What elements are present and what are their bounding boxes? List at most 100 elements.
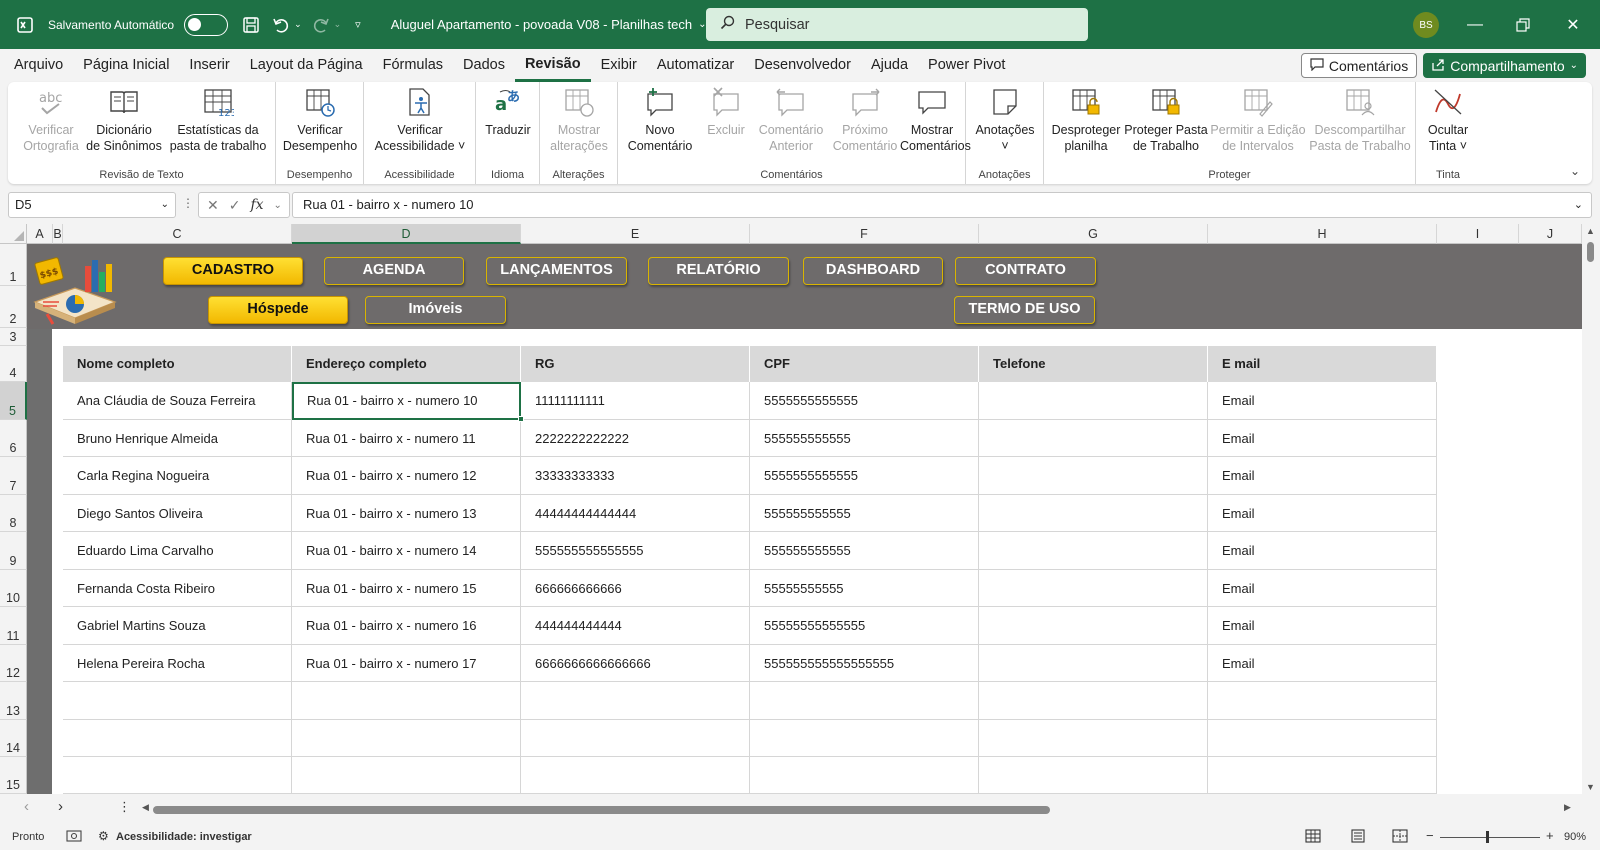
name-box[interactable]: D5 ⌄ xyxy=(8,192,176,218)
macro-recording-icon[interactable] xyxy=(66,829,82,846)
cell-endereco[interactable]: Rua 01 - bairro x - numero 16 xyxy=(292,607,521,645)
zoom-out-icon[interactable]: − xyxy=(1426,828,1434,843)
horizontal-scroll-thumb[interactable] xyxy=(153,806,1050,814)
cell-nome[interactable]: Fernanda Costa Ribeiro xyxy=(63,570,292,607)
show-comments-button[interactable]: Mostrar Comentários xyxy=(900,86,971,154)
nav-button-cadastro[interactable]: CADASTRO xyxy=(163,257,303,285)
cell-telefone[interactable] xyxy=(979,570,1208,607)
cell-endereco[interactable]: Rua 01 - bairro x - numero 17 xyxy=(292,645,521,682)
cell-endereco[interactable] xyxy=(292,720,521,757)
nav-button-dashboard[interactable]: DASHBOARD xyxy=(803,257,943,285)
formula-expand-chevron-icon[interactable]: ⌄ xyxy=(1574,193,1583,217)
translate-button[interactable]: aあ Traduzir xyxy=(480,86,536,138)
cell-rg[interactable]: 44444444444444 xyxy=(521,495,750,532)
cell-nome[interactable]: Carla Regina Nogueira xyxy=(63,457,292,495)
cell-cpf[interactable]: 5555555555555 xyxy=(750,382,979,420)
cell-telefone[interactable] xyxy=(979,757,1208,794)
new-comment-button[interactable]: Novo Comentário xyxy=(622,86,698,154)
cell-cpf[interactable]: 555555555555 xyxy=(750,420,979,457)
cell-rg[interactable]: 666666666666 xyxy=(521,570,750,607)
cell-cpf[interactable] xyxy=(750,682,979,720)
cancel-entry-icon[interactable]: ✕ xyxy=(207,197,219,214)
column-header-f[interactable]: F xyxy=(750,224,979,244)
menu-inserir[interactable]: Inserir xyxy=(179,49,239,82)
cell-telefone[interactable] xyxy=(979,495,1208,532)
excel-app-icon[interactable] xyxy=(14,14,36,36)
cell-cpf[interactable]: 55555555555 xyxy=(750,570,979,607)
cell-nome[interactable]: Helena Pereira Rocha xyxy=(63,645,292,682)
cell-email[interactable]: Email xyxy=(1208,607,1437,645)
cell-telefone[interactable] xyxy=(979,682,1208,720)
document-title[interactable]: Aluguel Apartamento - povoada V08 - Plan… xyxy=(391,17,692,32)
scroll-left-icon[interactable]: ◀ xyxy=(142,802,149,813)
menu-revisao[interactable]: Revisão xyxy=(514,49,591,82)
insert-function-icon[interactable]: fx xyxy=(250,197,263,213)
row-header-4[interactable]: 4 xyxy=(0,346,27,382)
menu-layout-pagina[interactable]: Layout da Página xyxy=(240,49,373,82)
cell-rg[interactable] xyxy=(521,757,750,794)
menu-exibir[interactable]: Exibir xyxy=(591,49,647,82)
cell-nome[interactable]: Ana Cláudia de Souza Ferreira xyxy=(63,382,292,420)
cell-nome[interactable]: Bruno Henrique Almeida xyxy=(63,420,292,457)
cell-rg[interactable]: 33333333333 xyxy=(521,457,750,495)
cell-rg[interactable] xyxy=(521,682,750,720)
column-header-c[interactable]: C xyxy=(63,224,292,244)
avatar[interactable]: BS xyxy=(1413,12,1439,38)
vertical-scroll-thumb[interactable] xyxy=(1587,242,1594,262)
next-sheet-icon[interactable]: › xyxy=(58,798,63,815)
cell-nome[interactable] xyxy=(63,682,292,720)
menu-ajuda[interactable]: Ajuda xyxy=(861,49,918,82)
sub-button-termo-de-uso[interactable]: TERMO DE USO xyxy=(954,296,1095,324)
workbook-statistics-button[interactable]: 123 Estatísticas da pasta de trabalho xyxy=(166,86,270,154)
row-header-1[interactable]: 1 xyxy=(0,244,27,286)
share-button[interactable]: Compartilhamento ⌄ xyxy=(1423,53,1586,78)
sub-button-imoveis[interactable]: Imóveis xyxy=(365,296,506,324)
check-performance-button[interactable]: Verificar Desempenho xyxy=(278,86,362,154)
cell-email[interactable] xyxy=(1208,720,1437,757)
row-header-12[interactable]: 12 xyxy=(0,645,27,682)
menu-dados[interactable]: Dados xyxy=(453,49,515,82)
page-layout-view-icon[interactable] xyxy=(1350,829,1366,846)
cell-nome[interactable]: Diego Santos Oliveira xyxy=(63,495,292,532)
sheet-options-icon[interactable]: ⋮ xyxy=(118,799,131,815)
cell-telefone[interactable] xyxy=(979,645,1208,682)
cell-rg[interactable]: 555555555555555 xyxy=(521,532,750,570)
check-accessibility-button[interactable]: Verificar Acessibilidade ˅ xyxy=(368,86,472,154)
save-icon[interactable] xyxy=(240,14,262,36)
cell-email[interactable]: Email xyxy=(1208,382,1437,420)
cell-endereco[interactable]: Rua 01 - bairro x - numero 15 xyxy=(292,570,521,607)
cell-email[interactable]: Email xyxy=(1208,532,1437,570)
cell-email[interactable]: Email xyxy=(1208,570,1437,607)
row-header-14[interactable]: 14 xyxy=(0,720,27,757)
menu-automatizar[interactable]: Automatizar xyxy=(647,49,744,82)
restore-icon[interactable] xyxy=(1500,0,1546,49)
cell-telefone[interactable] xyxy=(979,457,1208,495)
row-header-7[interactable]: 7 xyxy=(0,457,27,495)
column-header-i[interactable]: I xyxy=(1437,224,1519,244)
formula-bar-options-icon[interactable]: ⋮ xyxy=(182,196,194,210)
page-break-view-icon[interactable] xyxy=(1392,829,1408,846)
menu-desenvolvedor[interactable]: Desenvolvedor xyxy=(744,49,861,82)
cell-cpf[interactable]: 55555555555555 xyxy=(750,607,979,645)
confirm-entry-icon[interactable]: ✓ xyxy=(229,197,241,214)
cell-rg[interactable]: 2222222222222 xyxy=(521,420,750,457)
row-header-10[interactable]: 10 xyxy=(0,570,27,607)
menu-arquivo[interactable]: Arquivo xyxy=(4,49,73,82)
row-header-8[interactable]: 8 xyxy=(0,495,27,532)
cell-endereco[interactable]: Rua 01 - bairro x - numero 14 xyxy=(292,532,521,570)
cell-email[interactable] xyxy=(1208,757,1437,794)
undo-icon[interactable] xyxy=(270,14,292,36)
cell-email[interactable]: Email xyxy=(1208,645,1437,682)
previous-sheet-icon[interactable]: ‹ xyxy=(24,798,29,815)
cell-cpf[interactable] xyxy=(750,757,979,794)
ribbon-collapse-chevron-icon[interactable]: ⌄ xyxy=(1570,164,1580,178)
cell-telefone[interactable] xyxy=(979,420,1208,457)
zoom-level[interactable]: 90% xyxy=(1564,831,1586,843)
cell-rg[interactable]: 6666666666666666 xyxy=(521,645,750,682)
zoom-slider[interactable] xyxy=(1440,837,1540,838)
column-header-b[interactable]: B xyxy=(53,224,63,244)
comments-button[interactable]: Comentários xyxy=(1300,53,1418,78)
undo-dropdown-icon[interactable]: ⌄ xyxy=(294,19,302,30)
menu-formulas[interactable]: Fórmulas xyxy=(373,49,453,82)
fx-chevron-down-icon[interactable]: ⌄ xyxy=(274,200,282,211)
